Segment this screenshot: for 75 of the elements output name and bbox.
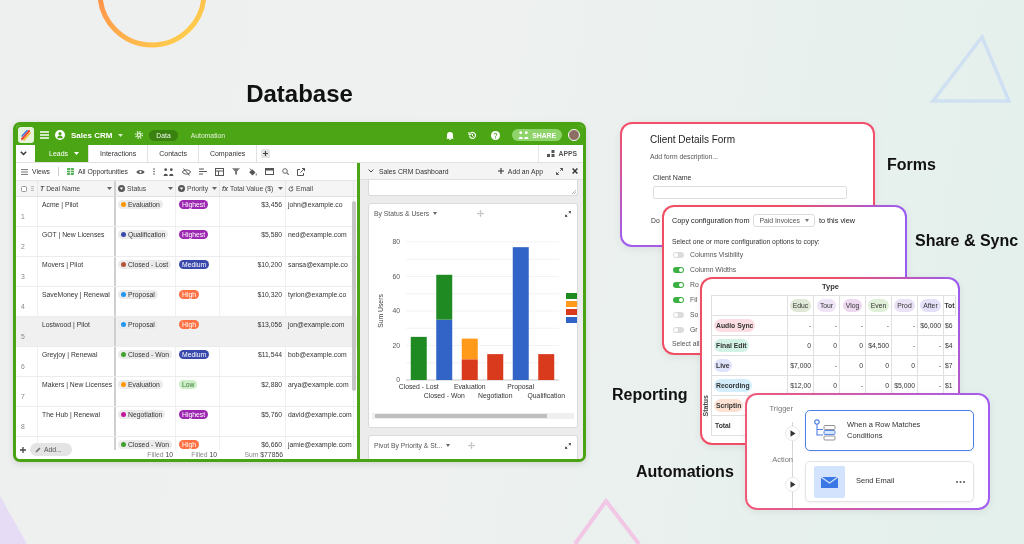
caret-icon[interactable]	[107, 187, 112, 190]
section-label: Reporting	[612, 386, 688, 404]
toggle-switch[interactable]	[673, 311, 684, 318]
toggle-switch[interactable]	[673, 251, 684, 258]
chevron-down-icon[interactable]	[368, 169, 374, 173]
bell-icon[interactable]	[446, 130, 455, 140]
search-icon[interactable]	[281, 168, 289, 175]
checkbox-icon[interactable]	[21, 185, 27, 192]
section-label: Automations	[636, 463, 734, 481]
caret-icon[interactable]	[278, 187, 283, 190]
play-icon[interactable]	[785, 477, 800, 492]
drag-handle-icon[interactable]	[31, 186, 34, 191]
play-icon[interactable]	[785, 426, 800, 441]
apps-icon	[547, 150, 556, 157]
menu-icon[interactable]	[40, 131, 49, 139]
bar	[436, 319, 453, 380]
user-icon	[55, 130, 65, 140]
filter-icon[interactable]	[231, 168, 240, 175]
caret-icon	[446, 444, 451, 447]
dropdown-icon	[118, 185, 125, 192]
settings-icon[interactable]	[135, 131, 144, 139]
caret-icon[interactable]	[168, 187, 173, 190]
dropdown-icon	[178, 185, 185, 192]
toggle-switch[interactable]	[673, 281, 684, 288]
pencil-icon	[35, 446, 41, 453]
window-icon[interactable]	[264, 168, 274, 175]
people-icon[interactable]	[162, 167, 174, 176]
tree-icon	[814, 418, 836, 443]
lines-icon[interactable]	[198, 168, 207, 175]
expand-icon[interactable]	[556, 167, 563, 175]
close-icon[interactable]	[572, 168, 578, 174]
more-vertical-icon[interactable]	[152, 168, 155, 175]
vertical-scrollbar[interactable]	[352, 201, 356, 391]
bar	[538, 354, 555, 380]
input-field[interactable]	[653, 186, 847, 199]
caret-icon[interactable]	[118, 133, 124, 137]
sheet-icon	[67, 168, 74, 175]
form-title: Client Details Form	[650, 134, 736, 145]
more-icon[interactable]	[956, 480, 965, 483]
bar	[487, 354, 504, 380]
list-icon	[21, 168, 28, 175]
toggle-switch[interactable]	[673, 266, 684, 273]
caret-icon	[433, 212, 438, 215]
bar	[461, 359, 478, 380]
eye-icon[interactable]	[135, 168, 145, 175]
expand-icon[interactable]	[565, 442, 571, 449]
expand-icon[interactable]	[565, 210, 571, 217]
triangle-decoration	[572, 497, 642, 544]
section-label: Forms	[887, 156, 936, 174]
history-icon[interactable]	[468, 130, 478, 140]
bar	[461, 338, 478, 360]
help-icon[interactable]	[491, 130, 501, 140]
bar	[410, 336, 427, 380]
section-label: Share & Sync	[915, 232, 1019, 250]
section-heading: Database	[246, 79, 353, 108]
plus-icon[interactable]	[261, 149, 271, 158]
people-icon	[518, 131, 530, 139]
caret-icon[interactable]	[74, 152, 80, 155]
horizontal-scrollbar[interactable]	[372, 413, 574, 419]
export-icon[interactable]	[296, 167, 305, 176]
envelope-icon	[814, 465, 845, 498]
toggle-switch[interactable]	[673, 326, 684, 333]
toggle-switch[interactable]	[673, 296, 684, 303]
caret-icon[interactable]	[212, 187, 217, 190]
plus-icon	[497, 168, 504, 174]
caret-icon	[804, 219, 809, 222]
paint-bucket-icon[interactable]	[247, 167, 257, 176]
chevron-down-icon[interactable]	[20, 151, 27, 156]
bar	[436, 274, 453, 320]
table-icon[interactable]	[214, 167, 224, 176]
refresh-icon	[288, 185, 294, 192]
avatar-icon[interactable]	[568, 129, 580, 141]
resize-handle-icon[interactable]	[572, 190, 576, 194]
hide-icon[interactable]	[181, 167, 191, 176]
logo-icon[interactable]	[18, 127, 34, 143]
